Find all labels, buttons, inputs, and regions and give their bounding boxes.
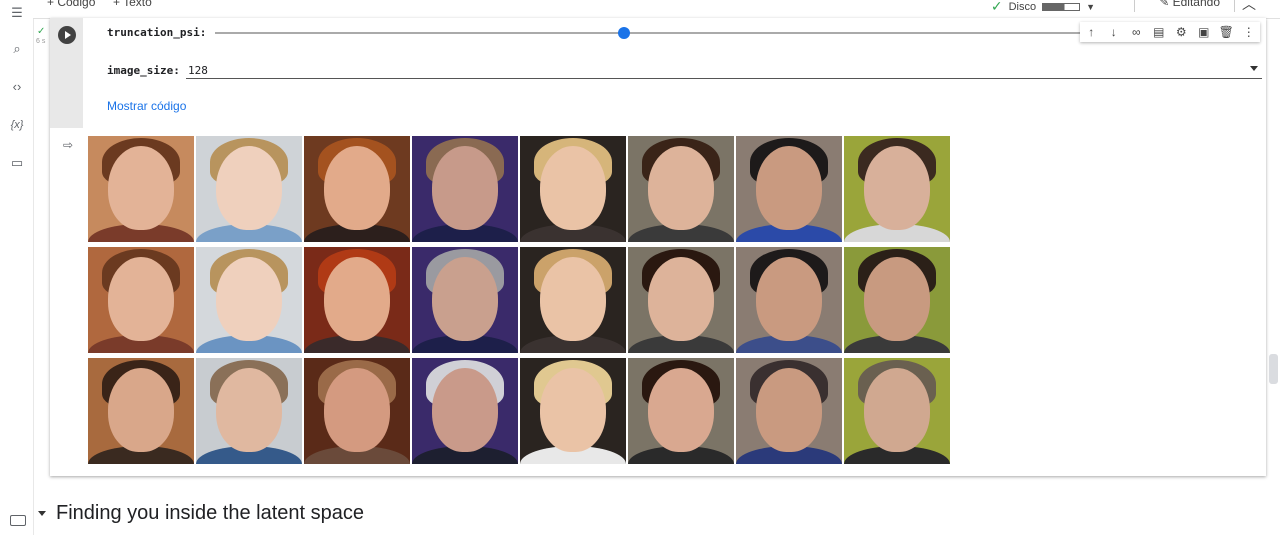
truncation-psi-label: truncation_psi: [107, 26, 207, 39]
generated-face-image [736, 136, 842, 242]
pencil-icon: ✎ [1159, 0, 1173, 9]
check-icon: ✓ [990, 0, 1003, 14]
generated-face-image [196, 358, 302, 464]
disk-label: Disco [1008, 0, 1037, 13]
code-cell[interactable]: ✓ 6 s truncation_psi: image_size: 128 Mo… [36, 18, 1266, 476]
add-text-button[interactable]: + Texto [113, 0, 152, 9]
variables-icon[interactable]: {x} [8, 116, 26, 134]
slider-thumb[interactable] [617, 27, 630, 39]
output-image-grid [88, 136, 954, 465]
generated-face-image [628, 247, 734, 353]
comment-icon[interactable]: ▤ [1151, 25, 1167, 39]
divider [1134, 0, 1135, 12]
section-title: Finding you inside the latent space [56, 502, 364, 524]
generated-face-image [736, 247, 842, 353]
run-cell-button[interactable] [58, 26, 76, 44]
collapse-caret-icon[interactable] [38, 511, 46, 517]
mirror-icon[interactable]: ▣ [1196, 25, 1212, 39]
table-of-contents-icon[interactable]: ☰ [8, 4, 26, 22]
generated-face-image [412, 136, 518, 242]
folder-icon[interactable]: ▭ [8, 154, 26, 172]
chevron-down-icon[interactable]: ▼ [1086, 2, 1095, 12]
section-header[interactable]: Finding you inside the latent space [38, 502, 364, 525]
code-snippets-icon[interactable]: ‹› [8, 78, 26, 96]
delete-icon[interactable]: 🗑 [1218, 25, 1234, 39]
generated-face-image [628, 136, 734, 242]
dropdown-caret-icon[interactable] [1250, 66, 1258, 71]
add-code-button[interactable]: + Código [47, 0, 95, 9]
editing-label: Editando [1172, 0, 1220, 9]
resources-indicator[interactable]: ✓ Disco ▼ [991, 0, 1095, 15]
more-icon[interactable]: ⋮ [1241, 25, 1257, 39]
generated-face-image [412, 358, 518, 464]
generated-face-image [196, 136, 302, 242]
cell-gutter [50, 18, 83, 128]
arrow-down-icon[interactable]: ↓ [1106, 25, 1122, 39]
generated-face-image [88, 358, 194, 464]
image-size-select[interactable]: 128 [188, 64, 208, 77]
generated-face-image [88, 247, 194, 353]
select-underline [186, 78, 1262, 79]
generated-face-image [88, 136, 194, 242]
generated-face-image [304, 136, 410, 242]
generated-face-image [844, 136, 950, 242]
generated-face-image [304, 247, 410, 353]
search-icon[interactable]: ⌕ [8, 40, 26, 58]
notebook-toolbar: + Código + Texto ✓ Disco ▼ ✎ Editando ︿ [33, 0, 1280, 19]
editing-mode-button[interactable]: ✎ Editando [1159, 0, 1220, 9]
keyboard-icon[interactable] [10, 515, 26, 526]
scrollbar-thumb[interactable] [1269, 354, 1278, 384]
generated-face-image [520, 358, 626, 464]
execution-time: 6 s [36, 38, 46, 45]
generated-face-image [844, 247, 950, 353]
left-rail: ☰ ⌕ ‹› {x} ▭ [0, 0, 34, 535]
chevron-up-icon[interactable]: ︿ [1242, 0, 1256, 14]
generated-face-image [520, 136, 626, 242]
link-icon[interactable]: ∞ [1128, 25, 1144, 39]
output-icon[interactable]: ⇨ [63, 138, 73, 152]
cell-toolbar: ↑ ↓ ∞ ▤ ⚙ ▣ 🗑 ⋮ [1080, 22, 1260, 42]
show-code-link[interactable]: Mostrar código [107, 99, 186, 113]
execution-status-icon: ✓ [37, 26, 46, 37]
arrow-up-icon[interactable]: ↑ [1083, 25, 1099, 39]
truncation-psi-slider[interactable] [215, 32, 1085, 34]
settings-icon[interactable]: ⚙ [1173, 25, 1189, 39]
generated-face-image [520, 247, 626, 353]
generated-face-image [304, 358, 410, 464]
generated-face-image [412, 247, 518, 353]
generated-face-image [628, 358, 734, 464]
disk-usage-bar [1042, 2, 1081, 11]
generated-face-image [196, 247, 302, 353]
divider [1234, 0, 1235, 12]
image-size-label: image_size: [107, 64, 180, 77]
generated-face-image [844, 358, 950, 464]
generated-face-image [736, 358, 842, 464]
